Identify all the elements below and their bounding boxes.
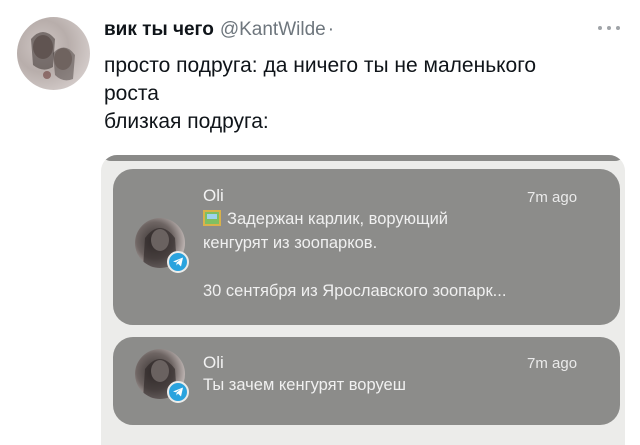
notification-time: 7m ago: [527, 189, 578, 206]
notification-card[interactable]: Oli 7m ago Задержан карлик, ворующий кен…: [113, 169, 620, 325]
notification-time: 7m ago: [527, 355, 578, 372]
user-handle[interactable]: @KantWilde: [220, 19, 326, 41]
sender-name: Oli: [203, 353, 224, 372]
message-line: Задержан карлик, ворующий: [203, 209, 448, 230]
tweet-text-line: просто подруга: да ничего ты не маленько…: [104, 54, 537, 77]
sender-name: Oli: [203, 186, 224, 205]
more-options-icon[interactable]: [598, 24, 620, 32]
tweet-text-line: близкая подруга:: [104, 110, 269, 133]
tweet-media-image[interactable]: Oli 7m ago Задержан карлик, ворующий кен…: [101, 155, 625, 445]
message-line: кенгурят из зоопарков.: [203, 234, 378, 252]
telegram-icon: [167, 251, 189, 273]
notification-card[interactable]: Oli 7m ago Ты зачем кенгурят воруеш: [113, 337, 620, 425]
tweet-header: вик ты чего @KantWilde ·: [104, 19, 624, 45]
display-name[interactable]: вик ты чего: [104, 19, 214, 41]
message-text: Задержан карлик, ворующий: [227, 210, 449, 228]
tweet-text: просто подруга: да ничего ты не маленько…: [104, 52, 624, 136]
message-line: Ты зачем кенгурят воруеш: [203, 376, 406, 394]
profile-avatar[interactable]: [17, 17, 90, 90]
separator-dot: ·: [327, 19, 335, 40]
notification-partial: [101, 155, 625, 161]
telegram-icon: [167, 381, 189, 403]
message-line: 30 сентября из Ярославского зоопарк...: [203, 282, 507, 300]
image-icon: [203, 210, 221, 226]
tweet-text-line: роста: [104, 82, 159, 105]
